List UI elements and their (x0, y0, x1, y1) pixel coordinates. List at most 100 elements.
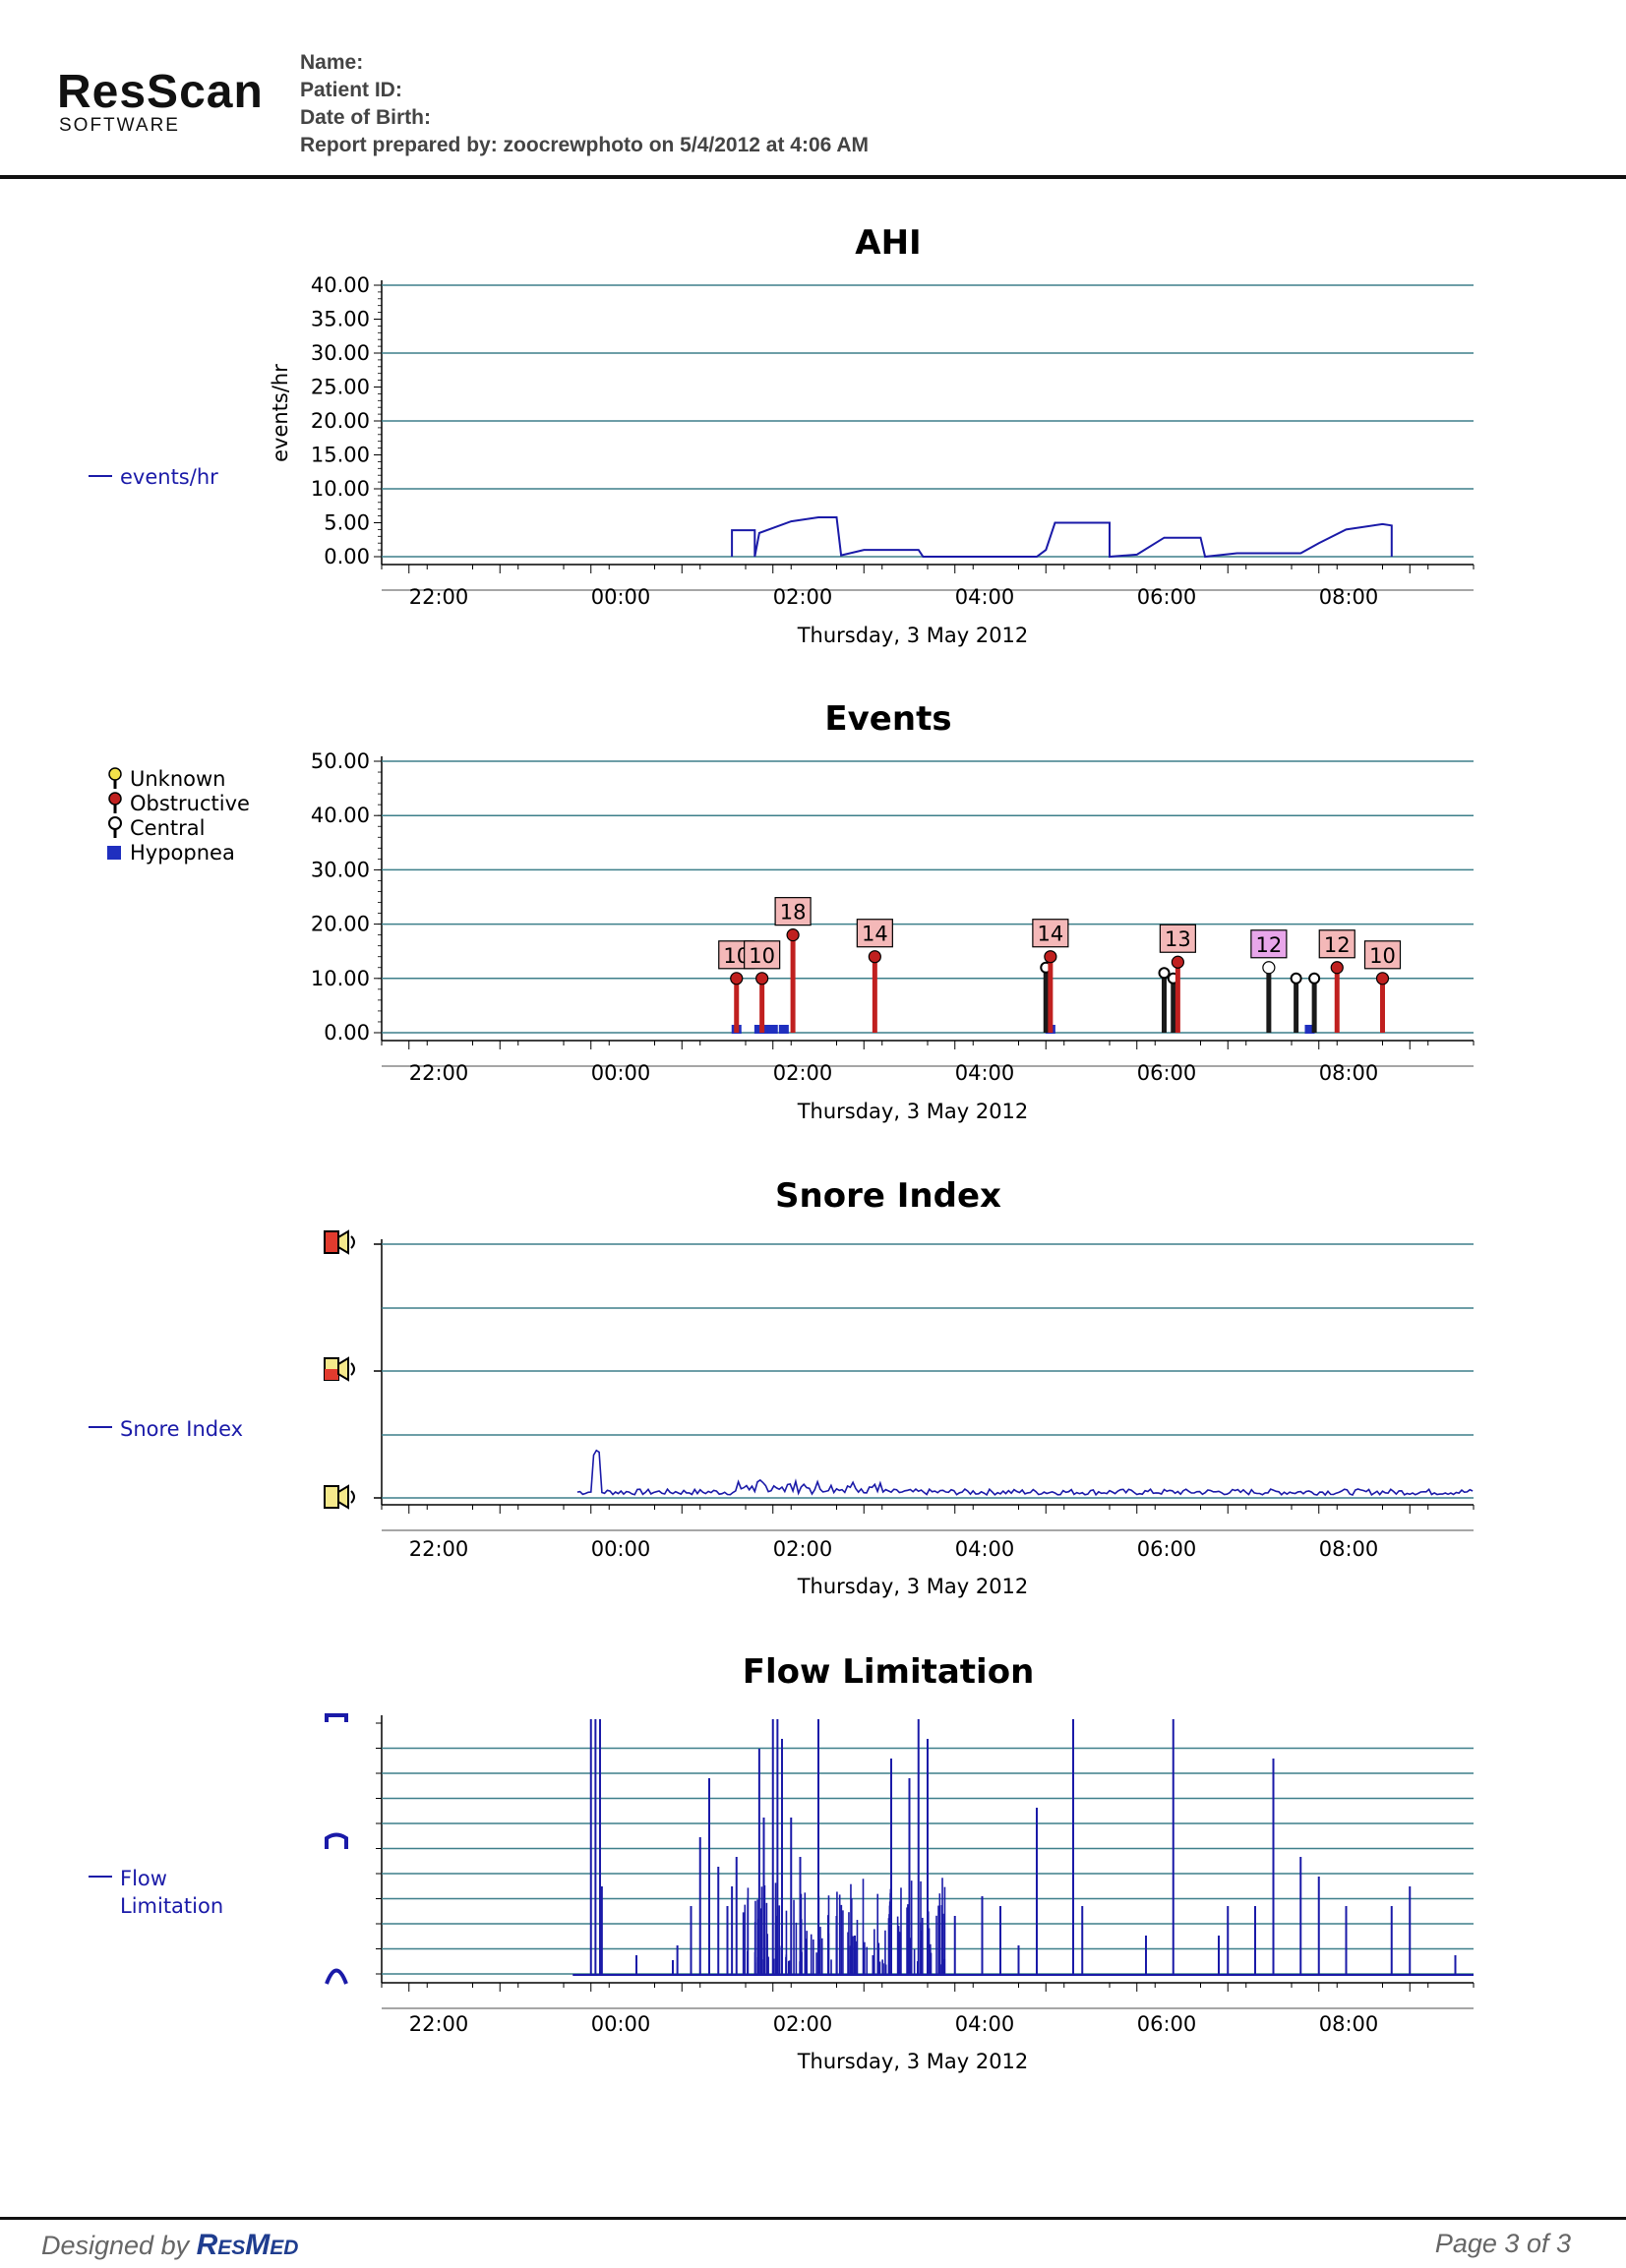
event-label-text: 14 (862, 923, 888, 946)
hypopnea-marker (767, 1025, 778, 1034)
flow-chart: Flow Limitation Flow Limitation Thursday… (89, 1652, 1475, 2073)
flow-round-icon (325, 1968, 348, 1985)
events-x-tick-label: 06:00 (1137, 1061, 1197, 1085)
legend-obstructive-marker (108, 792, 122, 806)
charts-area: AHI events/hr events/hr Thursday, 3 May … (89, 223, 1475, 2073)
legend-hypopnea-label: Hypopnea (130, 841, 235, 865)
ahi-title: AHI (855, 223, 921, 263)
ahi-y-tick-label: 15.00 (311, 444, 370, 467)
ahi-x-tick-label: 06:00 (1137, 585, 1197, 609)
ahi-series-line (731, 516, 1393, 559)
flow-x-tick-label: 02:00 (773, 2012, 833, 2036)
event-marker (1171, 955, 1184, 969)
legend-central-label: Central (130, 816, 205, 840)
event-label-text: 18 (780, 901, 807, 925)
event-marker (755, 972, 769, 985)
events-y-tick-label: 20.00 (311, 913, 370, 936)
footer-rule (0, 2217, 1626, 2220)
event-label-text: 10 (749, 944, 775, 968)
legend-flow-line2: Limitation (120, 1894, 223, 1918)
flow-icons (325, 1713, 348, 1985)
snore-x-tick-label: 08:00 (1319, 1537, 1379, 1561)
snore-series-line (576, 1449, 1474, 1497)
event-label-text: 14 (1038, 923, 1064, 946)
ahi-y-tick-label: 0.00 (324, 545, 370, 568)
ahi-y-tick-label: 20.00 (311, 409, 370, 433)
dob-label: Date of Birth: (300, 106, 431, 129)
event-label-text: 12 (1256, 933, 1283, 957)
flow-xlabel: Thursday, 3 May 2012 (797, 2050, 1029, 2073)
flow-x-tick-label: 00:00 (591, 2012, 651, 2036)
flow-partial-icon (325, 1832, 348, 1849)
events-chart: Events Unknown Obstructive Central Hypop… (107, 699, 1475, 1123)
ahi-x-tick-label: 08:00 (1319, 585, 1379, 609)
event-marker (1044, 950, 1057, 964)
events-title: Events (824, 699, 951, 739)
patient-id-label: Patient ID: (300, 79, 402, 101)
speaker-medium-icon (324, 1356, 355, 1382)
report-header: ResScan SOFTWARE Name: Patient ID: Date … (0, 0, 1626, 179)
footer-page-number: Page 3 of 3 (1434, 2229, 1571, 2258)
central-event-marker (1308, 972, 1321, 985)
ahi-y-tick-label: 35.00 (311, 308, 370, 331)
ahi-y-tick-label: 25.00 (311, 376, 370, 399)
event-marker (1330, 961, 1344, 975)
footer-designed-by: Designed by ResMed (41, 2229, 298, 2262)
legend-hypopnea-marker (107, 846, 121, 860)
hypopnea-marker (778, 1025, 789, 1034)
flow-title: Flow Limitation (743, 1652, 1035, 1692)
ahi-x-tick-label: 04:00 (955, 585, 1015, 609)
ahi-x-tick-label: 02:00 (773, 585, 833, 609)
resscan-logo: ResScan SOFTWARE (57, 69, 264, 136)
ahi-x-tick-label: 00:00 (591, 585, 651, 609)
event-label-text: 10 (1369, 944, 1396, 968)
ahi-y-tick-label: 5.00 (324, 511, 370, 535)
snore-xlabel: Thursday, 3 May 2012 (797, 1575, 1029, 1598)
central-event-marker (1158, 967, 1171, 980)
event-marker (1375, 972, 1390, 985)
legend-unknown: Unknown (108, 767, 225, 791)
legend-flow-limitation: Flow Limitation (120, 1867, 223, 1918)
ahi-ylabel: events/hr (269, 364, 292, 462)
legend-obstructive-label: Obstructive (130, 792, 250, 815)
event-marker (730, 972, 744, 985)
logo-main-text: ResScan (57, 66, 264, 118)
snore-icons (324, 1229, 355, 1510)
legend-central-marker (108, 816, 122, 830)
patient-info: Name: Patient ID: Date of Birth: Report … (300, 49, 869, 159)
header-rule (0, 175, 1626, 179)
snore-x-tick-label: 02:00 (773, 1537, 833, 1561)
flow-x-tick-label: 04:00 (955, 2012, 1015, 2036)
ahi-y-tick-label: 30.00 (311, 341, 370, 365)
ahi-chart: AHI events/hr events/hr Thursday, 3 May … (89, 223, 1475, 647)
flow-x-tick-label: 08:00 (1319, 2012, 1379, 2036)
events-y-tick-label: 40.00 (311, 804, 370, 827)
events-legend: Unknown Obstructive Central Hypopnea (107, 767, 250, 865)
legend-unknown-marker (108, 767, 122, 781)
central-event-marker (1290, 972, 1302, 985)
events-x-tick-label: 04:00 (955, 1061, 1015, 1085)
events-x-tick-label: 22:00 (409, 1061, 469, 1085)
snore-chart: Snore Index Snore Index Thursday, 3 May … (89, 1176, 1475, 1598)
event-label-text: 12 (1324, 933, 1351, 957)
events-y-tick-label: 0.00 (324, 1021, 370, 1044)
snore-x-tick-label: 06:00 (1137, 1537, 1197, 1561)
legend-unknown-label: Unknown (130, 767, 225, 791)
legend-central: Central (108, 816, 205, 840)
events-y-tick-label: 50.00 (311, 749, 370, 773)
legend-flow-line1: Flow (120, 1867, 167, 1890)
event-label-text: 13 (1165, 927, 1191, 951)
events-y-tick-label: 30.00 (311, 858, 370, 881)
event-marker (1262, 961, 1276, 975)
ahi-y-tick-label: 10.00 (311, 477, 370, 501)
flow-x-tick-label: 22:00 (409, 2012, 469, 2036)
events-y-tick-label: 10.00 (311, 967, 370, 990)
snore-x-tick-label: 00:00 (591, 1537, 651, 1561)
name-label: Name: (300, 51, 364, 74)
designed-by-text: Designed by (41, 2231, 190, 2260)
ahi-xlabel: Thursday, 3 May 2012 (797, 624, 1029, 647)
prepared-by: Report prepared by: zoocrewphoto on 5/4/… (300, 134, 870, 156)
legend-hypopnea: Hypopnea (107, 841, 235, 865)
speaker-quiet-icon (324, 1484, 355, 1510)
snore-x-tick-label: 04:00 (955, 1537, 1015, 1561)
